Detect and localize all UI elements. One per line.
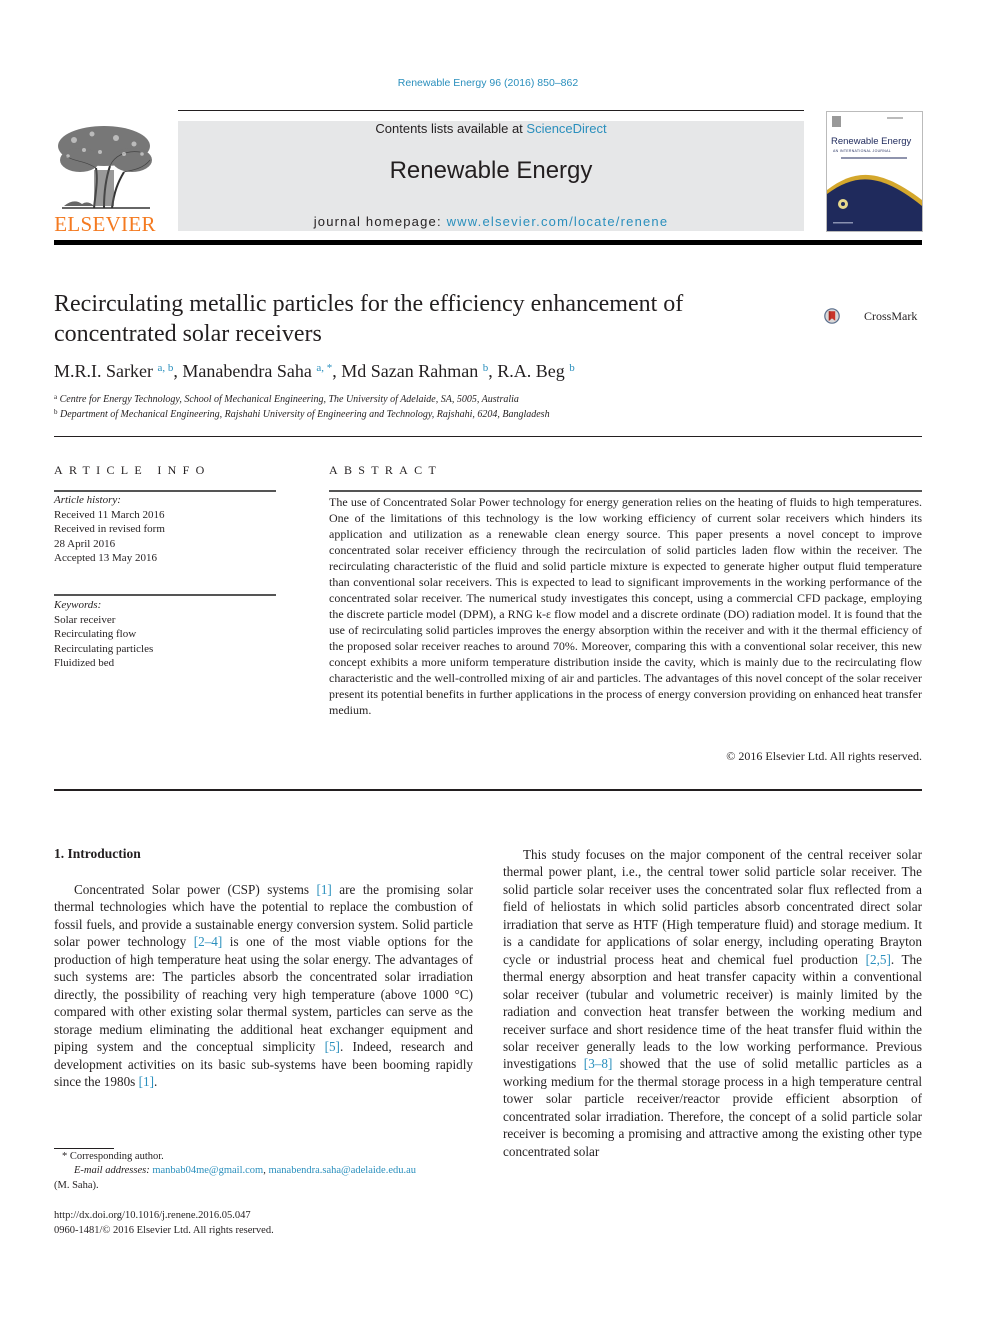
elsevier-wordmark: ELSEVIER — [54, 212, 156, 236]
author-name[interactable]: Md Sazan Rahman — [341, 361, 478, 381]
cover-journal-title: Renewable Energy — [831, 136, 912, 147]
email-addresses: E-mail addresses: manbab04me@gmail.com, … — [74, 1165, 416, 1176]
issn-copyright: 0960-1481/© 2016 Elsevier Ltd. All right… — [54, 1225, 274, 1236]
citation-reference-link[interactable]: [2–4] — [194, 934, 223, 949]
email-link[interactable]: manbab04me@gmail.com — [152, 1165, 263, 1176]
keyword-item: Fluidized bed — [54, 657, 115, 669]
abstract-heading: ABSTRACT — [329, 463, 443, 477]
affiliation-text: Centre for Energy Technology, School of … — [59, 394, 519, 405]
journal-citation-link[interactable]: Renewable Energy 96 (2016) 850–862 — [0, 77, 976, 89]
email-link[interactable]: manabendra.saha@adelaide.edu.au — [268, 1165, 416, 1176]
paragraph-text: Concentrated Solar power (CSP) systems — [74, 882, 317, 897]
corresponding-author-note: * Corresponding author. — [62, 1151, 164, 1162]
journal-cover-thumbnail[interactable]: Renewable Energy AN INTERNATIONAL JOURNA… — [826, 111, 923, 232]
history-item: 28 April 2016 — [54, 537, 116, 550]
paragraph-text: This study focuses on the major componen… — [503, 847, 922, 967]
homepage-prefix: journal homepage: — [313, 214, 447, 229]
keywords: Keywords: Solar receiver Recirculating f… — [54, 598, 276, 671]
history-item: Accepted 13 May 2016 — [54, 552, 157, 564]
contents-prefix: Contents lists available at — [375, 121, 527, 136]
paragraph-text: showed that the use of solid metallic pa… — [503, 1056, 922, 1159]
keywords-rule — [54, 594, 276, 596]
journal-name: Renewable Energy — [389, 157, 593, 184]
author-name[interactable]: Manabendra Saha — [182, 361, 311, 381]
affiliation-a: a Centre for Energy Technology, School o… — [54, 393, 519, 405]
history-item: Received in revised form — [54, 523, 165, 535]
crossmark-icon[interactable] — [824, 296, 864, 336]
affiliation-mark: a — [54, 393, 58, 401]
author-affiliation-marker[interactable]: a, b — [157, 362, 173, 374]
author-name[interactable]: M.R.I. Sarker — [54, 361, 153, 381]
keywords-label: Keywords: — [54, 599, 102, 611]
crossmark-label[interactable]: CrossMark — [864, 309, 917, 324]
journal-homepage: journal homepage: www.elsevier.com/locat… — [178, 214, 804, 229]
body-column-left: Concentrated Solar power (CSP) systems [… — [54, 881, 473, 1090]
keyword-item: Solar receiver — [54, 613, 116, 626]
paper-title: Recirculating metallic particles for the… — [54, 289, 794, 349]
article-info-heading: ARTICLE INFO — [54, 463, 211, 477]
paper-title-line-2: concentrated solar receivers — [54, 321, 322, 347]
author-name[interactable]: R.A. Beg — [497, 361, 565, 381]
journal-homepage-link[interactable]: www.elsevier.com/locate/renene — [447, 214, 669, 229]
abstract-copyright: © 2016 Elsevier Ltd. All rights reserved… — [726, 749, 922, 763]
intro-paragraph: Concentrated Solar power (CSP) systems [… — [54, 881, 473, 1090]
footnote-rule — [54, 1148, 114, 1149]
history-item: Received 11 March 2016 — [54, 508, 165, 521]
citation-reference-link[interactable]: [1] — [139, 1074, 154, 1089]
contents-availability: Contents lists available at ScienceDirec… — [178, 121, 804, 136]
affiliation-b: b Department of Mechanical Engineering, … — [54, 408, 550, 420]
citation-reference-link[interactable]: [3–8] — [584, 1056, 613, 1071]
citation-reference-link[interactable]: [1] — [316, 882, 331, 897]
masthead-bottom-rule — [54, 240, 922, 245]
paper-title-line-1: Recirculating metallic particles for the… — [54, 291, 684, 317]
author-list: M.R.I. Sarker a, b, Manabendra Saha a, *… — [54, 361, 575, 382]
section-heading-introduction: 1. Introduction — [54, 846, 141, 861]
abstract-text: The use of Concentrated Solar Power tech… — [329, 495, 922, 717]
citation-reference-link[interactable]: [2,5] — [866, 952, 891, 967]
keyword-item: Recirculating particles — [54, 642, 154, 655]
author-separator: , — [332, 361, 342, 381]
doi-link[interactable]: http://dx.doi.org/10.1016/j.renene.2016.… — [54, 1210, 251, 1221]
sciencedirect-link[interactable]: ScienceDirect — [526, 121, 606, 136]
paragraph-text: . The thermal energy absorption and heat… — [503, 951, 922, 1072]
article-info-rule — [54, 490, 276, 492]
cover-subtitle: AN INTERNATIONAL JOURNAL — [833, 149, 891, 153]
article-history: Article history: Received 11 March 2016 … — [54, 493, 276, 566]
affiliation-text: Department of Mechanical Engineering, Ra… — [60, 409, 550, 420]
author-affiliation-marker[interactable]: b — [569, 362, 575, 374]
email-label: E-mail addresses: — [74, 1165, 153, 1176]
paragraph-text: is one of the most viable options for th… — [54, 934, 474, 1055]
keyword-item: Recirculating flow — [54, 628, 137, 640]
cover-artwork-icon — [827, 116, 922, 231]
intro-paragraph: This study focuses on the major componen… — [503, 846, 922, 1160]
body-column-right: This study focuses on the major componen… — [503, 846, 922, 1160]
article-history-label: Article history: — [54, 494, 121, 506]
email-owner: (M. Saha). — [54, 1180, 99, 1191]
author-affiliation-marker[interactable]: a, * — [316, 362, 332, 374]
abstract-bottom-rule — [54, 789, 922, 791]
masthead-top-rule — [178, 110, 804, 111]
author-separator: , — [488, 361, 498, 381]
affiliation-mark: b — [54, 408, 58, 416]
abstract-rule — [329, 490, 922, 492]
citation-reference-link[interactable]: [5] — [325, 1039, 340, 1054]
header-divider — [54, 436, 922, 437]
paragraph-text: . — [154, 1073, 158, 1089]
